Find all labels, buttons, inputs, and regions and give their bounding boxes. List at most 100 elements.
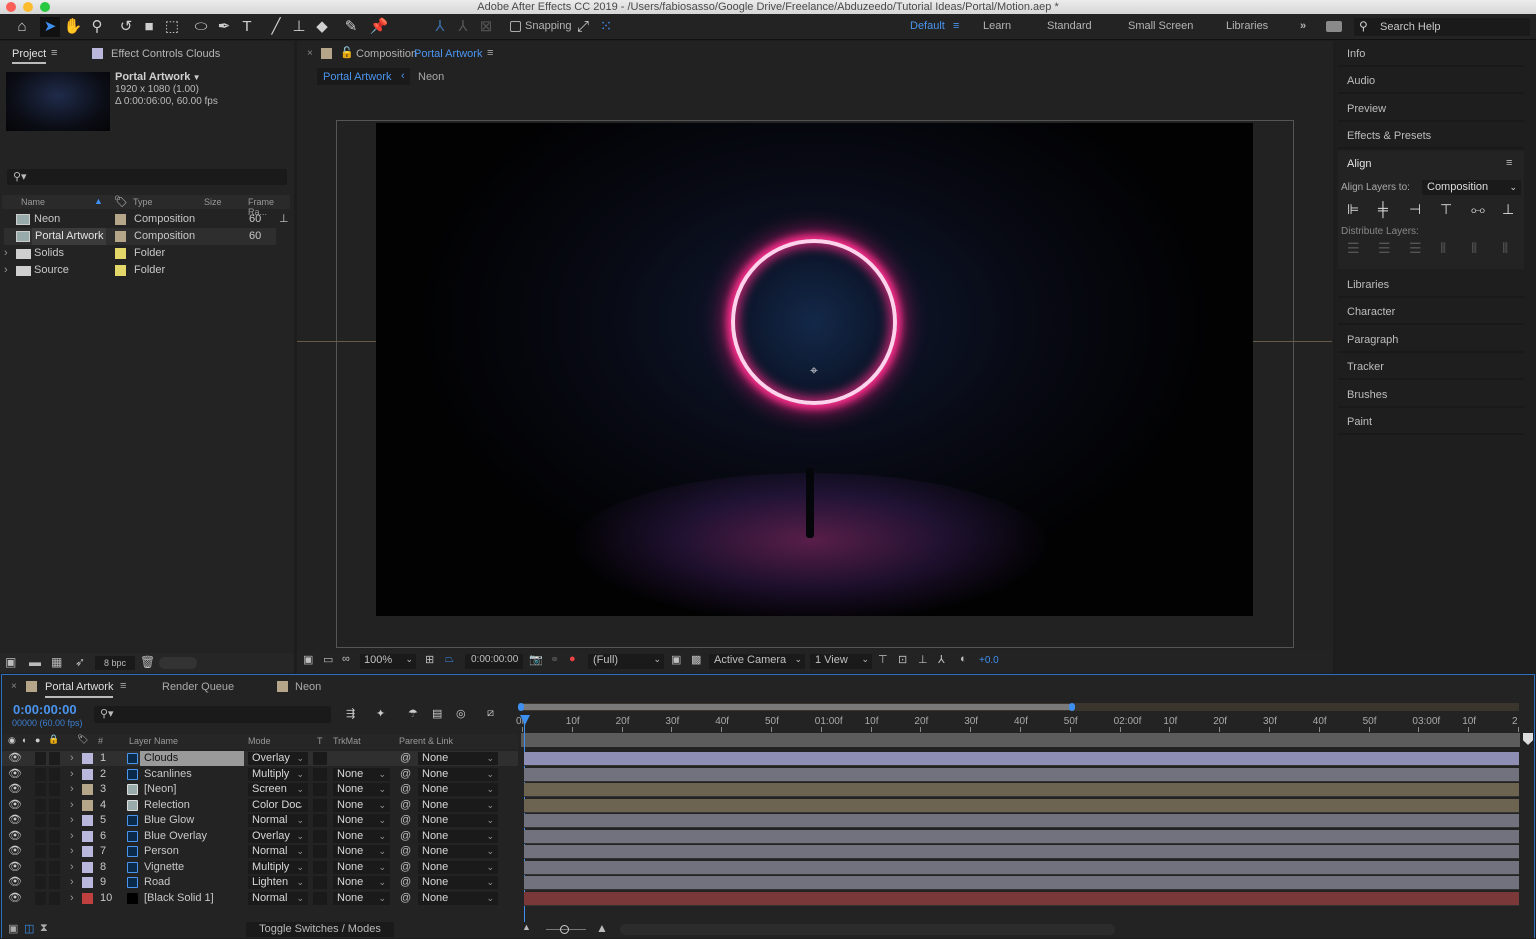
expand-chevron-icon[interactable]: ›: [70, 829, 74, 844]
layer-duration-bar[interactable]: [524, 845, 1519, 859]
layer-switches-icon[interactable]: ▣: [8, 922, 18, 935]
solo-switch[interactable]: [35, 845, 46, 858]
lock-switch[interactable]: [49, 752, 60, 765]
tab-effect-controls[interactable]: Effect Controls Clouds: [111, 48, 220, 60]
lock-switch[interactable]: [49, 798, 60, 812]
preserve-transparency-switch[interactable]: [313, 845, 327, 858]
blend-mode-dropdown[interactable]: Overlay ⌄: [248, 829, 308, 843]
lock-switch[interactable]: [49, 891, 60, 905]
blend-mode-dropdown[interactable]: Screen ⌄: [248, 783, 308, 796]
visibility-eye-icon[interactable]: 👁: [8, 767, 22, 782]
layer-name[interactable]: Road: [140, 875, 244, 890]
panel-effects-presets[interactable]: Effects & Presets: [1338, 123, 1524, 149]
flowchart-icon[interactable]: ⅄: [938, 653, 945, 666]
solo-switch[interactable]: [35, 876, 46, 889]
visibility-eye-icon[interactable]: 👁: [8, 782, 22, 797]
pick-whip-icon[interactable]: @: [400, 751, 411, 766]
maximize-window-button[interactable]: [40, 2, 50, 12]
blend-mode-dropdown[interactable]: Color Doc ⌄: [248, 798, 308, 812]
panel-tracker[interactable]: Tracker: [1338, 354, 1524, 380]
solo-switch[interactable]: [35, 783, 46, 796]
draft-3d-icon[interactable]: ✦: [376, 707, 385, 720]
monitor-icon[interactable]: ▭: [323, 653, 333, 666]
tab-render-queue[interactable]: Render Queue: [162, 681, 234, 693]
blend-mode-dropdown[interactable]: Lighten ⌄: [248, 876, 308, 889]
brush-tool-icon[interactable]: ╱: [266, 17, 286, 37]
frame-blending-icon[interactable]: ▤: [432, 707, 442, 720]
current-time-field[interactable]: 0:00:00:00: [465, 654, 523, 669]
motion-blur-icon[interactable]: ◎: [456, 707, 466, 720]
rotation-tool-icon[interactable]: ↺: [116, 17, 136, 37]
workspace-menu-icon[interactable]: ≡: [953, 20, 959, 32]
column-layer-name[interactable]: Layer Name: [129, 736, 178, 746]
toggle-switches-modes-button[interactable]: Toggle Switches / Modes: [246, 922, 394, 937]
solo-header-icon[interactable]: ●: [35, 735, 40, 745]
fast-draft-icon[interactable]: ⊡: [898, 653, 907, 666]
panel-audio[interactable]: Audio: [1338, 68, 1524, 94]
visibility-eye-icon[interactable]: 👁: [8, 798, 22, 813]
trash-icon[interactable]: 🗑: [140, 655, 155, 669]
lock-switch[interactable]: [49, 767, 60, 781]
project-item-source[interactable]: › Source Folder: [4, 262, 276, 279]
panel-character[interactable]: Character: [1338, 299, 1524, 325]
distribute-right-icon[interactable]: ⦀: [1502, 240, 1508, 257]
magnification-dropdown[interactable]: 100% ⌄: [360, 654, 416, 669]
solo-switch[interactable]: [35, 814, 46, 827]
pick-whip-icon[interactable]: @: [400, 829, 411, 844]
view-axis-icon[interactable]: ⊠: [476, 17, 496, 37]
preserve-transparency-switch[interactable]: [313, 783, 327, 796]
visibility-eye-icon[interactable]: 👁: [8, 860, 22, 875]
track-matte-dropdown[interactable]: None ⌄: [333, 814, 390, 827]
label-tag-icon[interactable]: 🏷: [114, 195, 128, 208]
composition-viewer[interactable]: ⌖: [376, 123, 1253, 616]
project-item-neon[interactable]: Neon Composition 60: [4, 211, 276, 228]
lock-switch[interactable]: [49, 860, 60, 874]
layer-duration-bar[interactable]: [524, 814, 1519, 828]
visibility-eye-icon[interactable]: 👁: [8, 875, 22, 890]
anchor-point-icon[interactable]: ⌖: [807, 363, 821, 377]
minimize-window-button[interactable]: [23, 2, 33, 12]
new-composition-icon[interactable]: ▦: [51, 655, 62, 669]
mask-view-icon[interactable]: ∞: [342, 653, 350, 665]
preserve-transparency-switch[interactable]: [313, 798, 327, 812]
workspace-libraries[interactable]: Libraries: [1226, 20, 1268, 32]
layer-duration-bar[interactable]: [524, 767, 1519, 782]
sync-settings-icon[interactable]: [1326, 21, 1342, 32]
track-matte-dropdown[interactable]: None ⌄: [333, 767, 390, 781]
ellipse-tool-icon[interactable]: ⬭: [191, 17, 211, 37]
parent-dropdown[interactable]: None ⌄: [418, 891, 498, 905]
pen-tool-icon[interactable]: ✒: [214, 17, 234, 37]
preserve-transparency-switch[interactable]: [313, 814, 327, 827]
zoom-tool-icon[interactable]: ⚲: [87, 17, 107, 37]
layer-name[interactable]: Person: [140, 844, 244, 859]
shy-layers-icon[interactable]: ☂: [408, 707, 418, 720]
more-workspaces-icon[interactable]: »: [1300, 20, 1306, 32]
lock-header-icon[interactable]: 🔒: [48, 734, 59, 745]
interpret-footage-icon[interactable]: ▣: [5, 655, 16, 669]
thumbnail-slider[interactable]: [159, 657, 197, 669]
timeline-icon[interactable]: ⊥: [918, 653, 928, 666]
lock-switch[interactable]: [49, 845, 60, 858]
fast-previews-icon[interactable]: ▣: [671, 653, 681, 666]
expand-chevron-icon[interactable]: ›: [70, 860, 74, 875]
close-tab-icon[interactable]: ×: [11, 681, 17, 692]
region-of-interest-icon[interactable]: ⏢: [445, 653, 454, 666]
grid-icon[interactable]: ⊞: [425, 653, 434, 666]
layer-row[interactable]: 👁 › 7 Person Normal ⌄ None ⌄ @ None ⌄: [2, 844, 518, 859]
pick-whip-icon[interactable]: @: [400, 798, 411, 813]
expand-chevron-icon[interactable]: ›: [70, 813, 74, 828]
pick-whip-icon[interactable]: @: [400, 844, 411, 859]
panel-menu-icon[interactable]: ≡: [120, 680, 126, 692]
layer-name[interactable]: Blue Overlay: [140, 829, 244, 844]
panel-paint[interactable]: Paint: [1338, 409, 1524, 435]
parent-dropdown[interactable]: None ⌄: [418, 798, 498, 812]
expand-chevron-icon[interactable]: ›: [4, 262, 8, 279]
comp-tab-name[interactable]: Portal Artwork: [414, 48, 482, 60]
selection-tool-icon[interactable]: ➤: [40, 17, 60, 37]
layer-row[interactable]: 👁 › 8 Vignette Multiply ⌄ None ⌄ @ None ⌄: [2, 860, 518, 875]
local-axis-icon[interactable]: ⅄: [430, 17, 450, 37]
close-window-button[interactable]: [6, 2, 16, 12]
project-item-solids[interactable]: › Solids Folder: [4, 245, 276, 262]
panel-libraries[interactable]: Libraries: [1338, 272, 1524, 298]
panel-preview[interactable]: Preview: [1338, 96, 1524, 122]
